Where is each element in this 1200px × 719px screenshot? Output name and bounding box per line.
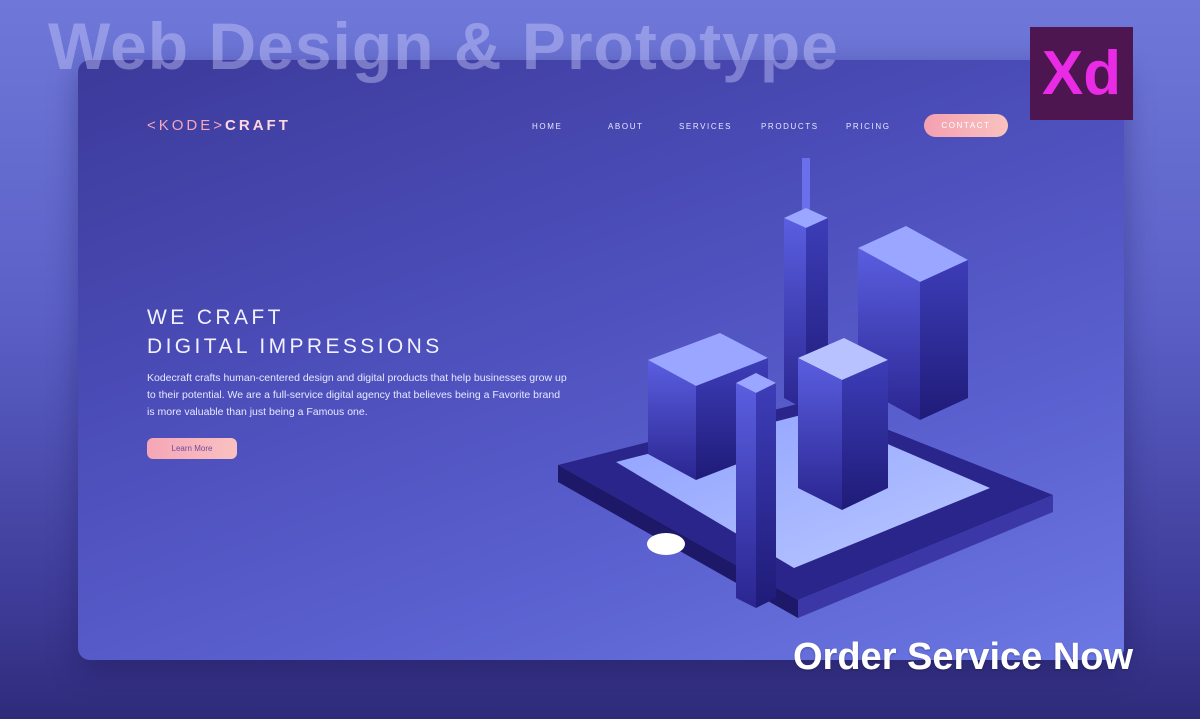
adobe-xd-icon: Xd: [1030, 27, 1133, 120]
hero-title: WE CRAFT DIGITAL IMPRESSIONS: [147, 303, 443, 361]
isometric-city-on-phone-icon: [558, 158, 1053, 618]
learn-more-button[interactable]: Learn More: [147, 438, 237, 459]
phone-home-button: [647, 533, 685, 555]
nav-item-pricing[interactable]: PRICING: [846, 122, 891, 131]
xd-badge-text: Xd: [1041, 39, 1122, 108]
nav-item-services[interactable]: SERVICES: [679, 122, 732, 131]
logo-suffix: CRAFT: [225, 117, 291, 134]
banner-title: Web Design & Prototype: [48, 9, 839, 83]
site-logo[interactable]: <KODE>CRAFT: [147, 117, 291, 134]
building-front: [736, 373, 776, 608]
nav-item-products[interactable]: PRODUCTS: [761, 122, 819, 131]
building-center: [798, 338, 888, 510]
hero-title-line2: DIGITAL IMPRESSIONS: [147, 335, 443, 358]
logo-prefix: <KODE>: [147, 117, 226, 134]
nav-item-home[interactable]: HOME: [532, 122, 562, 131]
order-service-cta[interactable]: Order Service Now: [793, 636, 1133, 679]
hero-description: Kodecraft crafts human-centered design a…: [147, 372, 567, 418]
website-mockup: <KODE>CRAFT HOME ABOUT SERVICES PRODUCTS…: [78, 60, 1124, 660]
nav-item-about[interactable]: ABOUT: [608, 122, 644, 131]
hero-title-line1: WE CRAFT: [147, 306, 284, 329]
contact-button[interactable]: CONTACT: [924, 114, 1008, 137]
